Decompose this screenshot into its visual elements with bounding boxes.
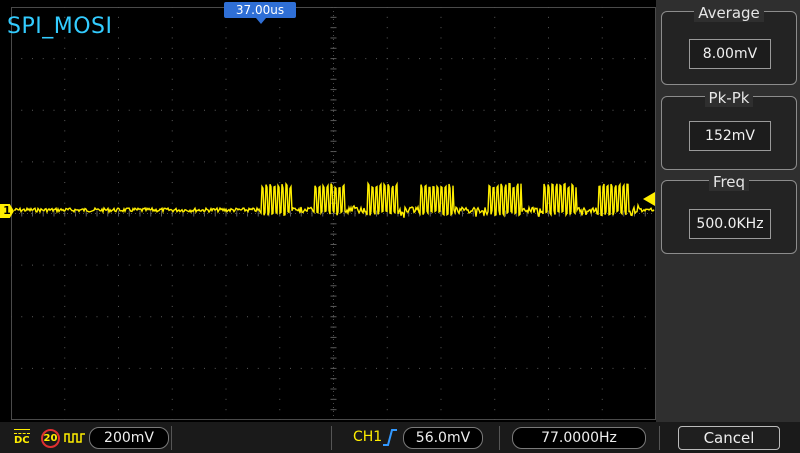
measure-freq-value: 500.0KHz	[689, 209, 771, 239]
measure-freq-title: Freq	[708, 173, 750, 191]
trigger-source-label: CH1	[353, 429, 383, 445]
measure-average-value: 8.00mV	[689, 39, 771, 69]
measure-freq[interactable]: Freq 500.0KHz	[661, 173, 797, 254]
measurement-panel: Average 8.00mV Pk-Pk 152mV Freq 500.0KHz	[656, 0, 800, 422]
trigger-level-arrow-icon[interactable]	[643, 192, 655, 206]
volts-per-div-display[interactable]: 200mV	[89, 427, 169, 449]
rising-edge-icon	[383, 429, 397, 446]
trace-layer	[13, 181, 655, 218]
trigger-level-display[interactable]: 56.0mV	[403, 427, 483, 449]
status-bar: DC 20 200mV CH1 56.0mV 77.0000Hz Cancel	[0, 422, 800, 453]
measure-average[interactable]: Average 8.00mV	[661, 4, 797, 85]
bandwidth-limit-icon: 20	[41, 429, 60, 448]
waveform-trace	[13, 181, 655, 218]
waveform-display[interactable]: SPI_MOSI 37.00us 1	[0, 0, 656, 422]
measure-pk-pk[interactable]: Pk-Pk 152mV	[661, 89, 797, 170]
acquisition-mode-icon	[64, 433, 85, 443]
measure-pk-pk-title: Pk-Pk	[704, 89, 754, 107]
measure-average-title: Average	[694, 4, 764, 22]
cancel-button[interactable]: Cancel	[678, 426, 780, 450]
channel-label: SPI_MOSI	[7, 14, 113, 39]
trigger-time-flag[interactable]: 37.00us	[224, 2, 296, 18]
measure-pk-pk-value: 152mV	[689, 121, 771, 151]
trigger-position-arrow-icon	[256, 18, 266, 24]
frequency-counter-display: 77.0000Hz	[512, 427, 646, 449]
coupling-label: DC	[14, 435, 30, 446]
dc-coupling-icon: DC	[14, 426, 30, 446]
